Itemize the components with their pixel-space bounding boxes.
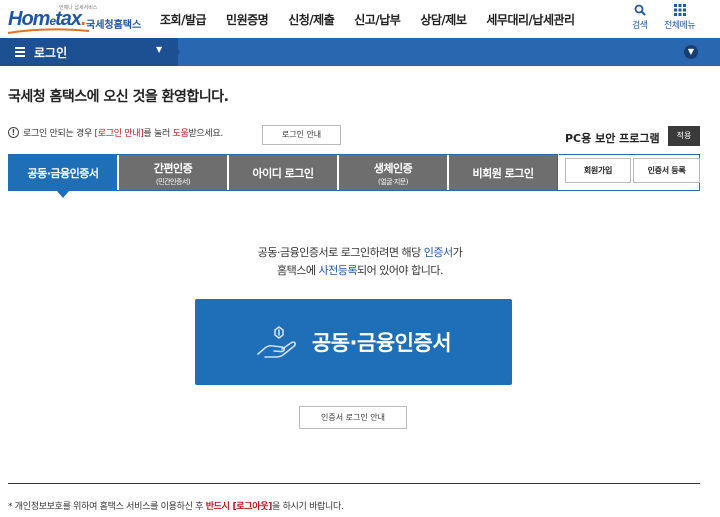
location-arrow [170, 38, 180, 66]
certificate-login-button[interactable]: 공동·금융인증서 [195, 299, 512, 385]
certificate-login-guide-button[interactable]: 인증서 로그인 안내 [299, 406, 407, 429]
all-menu-button[interactable]: 전체메뉴 [664, 4, 696, 31]
tab-label: 비회원 로그인 [472, 167, 534, 180]
location-bar: 로그인 ▼ ▼ [0, 38, 720, 66]
tab-sublabel: (민간인증서) [155, 177, 191, 186]
tab-label: 간편인증 [153, 161, 193, 175]
tab-joint-certificate[interactable]: 공동·금융인증서 [9, 155, 117, 191]
pc-security-label: PC용 보안 프로그램 [565, 132, 660, 145]
top-header: 언제나 납세서비스 Hometax. 국세청홈택스 조회/발급 민원증명 신청/… [0, 0, 720, 38]
search-icon [634, 4, 646, 16]
location-dropdown[interactable]: 로그인 ▼ [0, 38, 178, 66]
menu-item-tax-agent[interactable]: 세무대리/납세관리 [476, 11, 584, 28]
welcome-heading: 국세청 홈택스에 오신 것을 환영합니다. [8, 89, 229, 105]
login-notice: ! 로그인 안되는 경우 [로그인 안내]를 눌러 도움받으세요. [8, 126, 223, 139]
description-line-2: 홈택스에 사전등록되어 있어야 합니다. [277, 264, 443, 277]
logo-subtitle: 국세청홈택스 [86, 20, 142, 31]
hamburger-icon [15, 47, 25, 57]
notice-login-guide-link[interactable]: [로그인 안내] [95, 129, 144, 139]
login-guide-button[interactable]: 로그인 안내 [262, 125, 341, 145]
apply-security-button[interactable]: 적용 [668, 126, 700, 146]
tab-label: 아이디 로그인 [252, 167, 314, 180]
menu-item-consulting[interactable]: 상담/제보 [410, 11, 476, 28]
tab-biometric[interactable]: 생체인증 (얼굴·지문) [339, 155, 447, 191]
alert-icon: ! [8, 127, 19, 138]
menu-item-inquiry[interactable]: 조회/발급 [150, 11, 216, 28]
description-line-1: 공동·금융인증서로 로그인하려면 해당 인증서가 [257, 246, 463, 259]
footer-notice: * 개인정보보호를 위하여 홈택스 서비스를 이용하신 후 반드시 [로그아웃]… [8, 502, 344, 512]
tab-simple-auth[interactable]: 간편인증 (민간인증서) [119, 155, 227, 191]
collapse-icon[interactable]: ▼ [684, 45, 698, 59]
menu-item-filing[interactable]: 신고/납부 [344, 11, 410, 28]
search-label: 검색 [632, 21, 648, 31]
notice-text: 로그인 안되는 경우 [로그인 안내]를 눌러 도움받으세요. [23, 129, 223, 139]
menu-item-certificate[interactable]: 민원증명 [216, 11, 278, 28]
tab-label: 공동·금융인증서 [27, 167, 99, 180]
hand-certificate-icon [257, 326, 296, 358]
grid-menu-icon [673, 4, 686, 16]
main-menu: 조회/발급 민원증명 신청/제출 신고/납부 상담/제보 세무대리/납세관리 [150, 0, 585, 38]
certificate-login-label: 공동·금융인증서 [311, 331, 452, 355]
active-tab-pointer [57, 191, 69, 198]
menu-item-application[interactable]: 신청/제출 [278, 11, 344, 28]
tab-label: 생체인증 [373, 161, 413, 175]
tab-sublabel: (얼굴·지문) [378, 177, 408, 186]
tab-guest-login[interactable]: 비회원 로그인 [449, 155, 557, 191]
logo-swoosh-icon [7, 28, 90, 34]
location-title: 로그인 [34, 46, 68, 60]
hometax-logo[interactable]: 언제나 납세서비스 Hometax. 국세청홈택스 [6, 3, 141, 35]
notice-help-link[interactable]: 도움 [172, 129, 188, 139]
tab-id-login[interactable]: 아이디 로그인 [229, 155, 337, 191]
search-button[interactable]: 검색 [632, 4, 648, 31]
footer-divider [8, 483, 700, 484]
register-certificate-button[interactable]: 인증서 등록 [633, 158, 700, 183]
join-button[interactable]: 회원가입 [565, 158, 631, 183]
all-menu-label: 전체메뉴 [664, 21, 696, 31]
chevron-down-icon: ▼ [156, 45, 163, 54]
